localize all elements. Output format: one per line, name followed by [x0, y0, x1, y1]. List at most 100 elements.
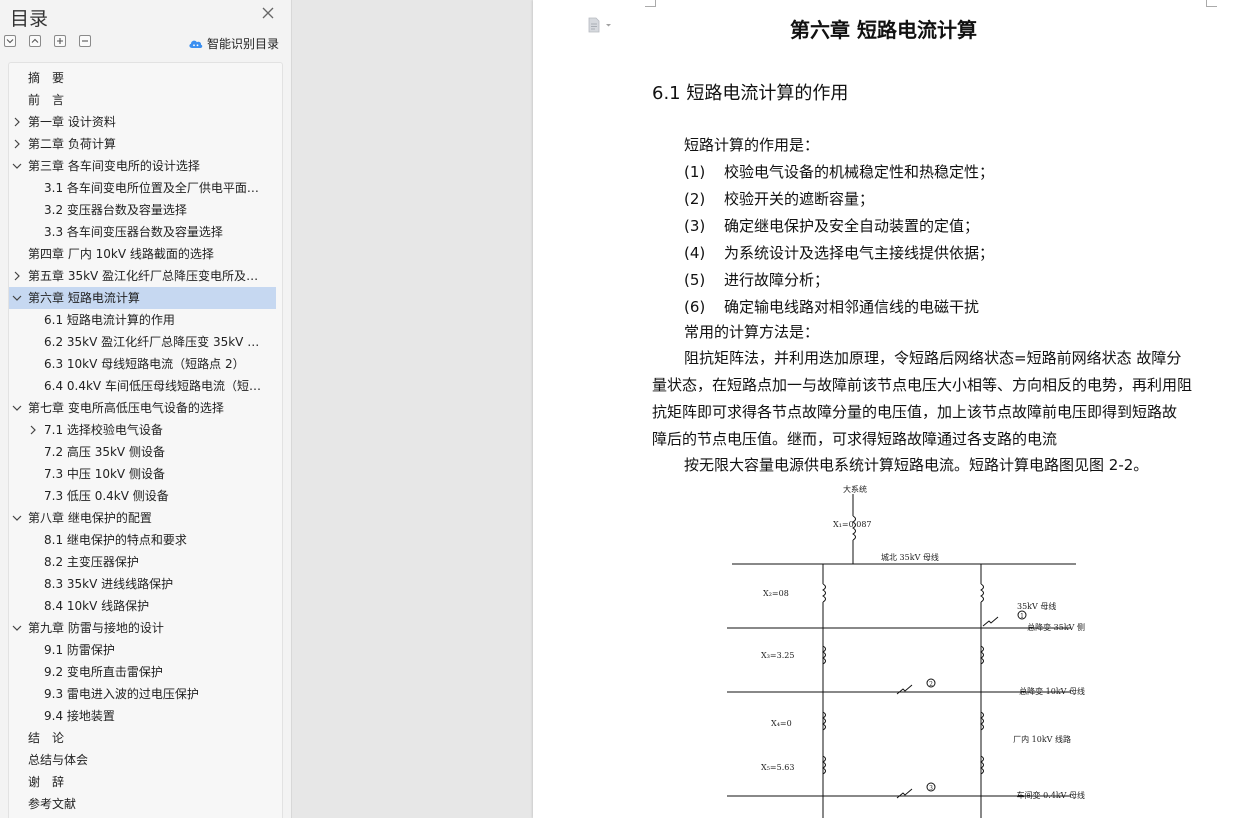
- toc-item[interactable]: 9.2 变电所直击雷保护: [9, 661, 276, 683]
- list-item: (1) 校验电气设备的机械稳定性和热稳定性；: [684, 161, 994, 182]
- toc-item-label: 第五章 35kV 盈江化纤厂总降压变电所及接线方式: [28, 269, 270, 283]
- chevron-right-icon[interactable]: [28, 425, 38, 435]
- toc-item-label: 第九章 防雷与接地的设计: [28, 621, 164, 635]
- document-page: 第六章 短路电流计算 6.1 短路电流计算的作用 短路计算的作用是： (1) 校验…: [533, 0, 1234, 818]
- smart-toc-label: 智能识别目录: [207, 36, 280, 51]
- list-text: 进行故障分析；: [724, 271, 830, 289]
- remove-heading-icon[interactable]: [79, 35, 91, 47]
- fault-point-3: 3: [929, 785, 933, 792]
- toc-item[interactable]: 3.1 各车间变电所位置及全厂供电平面草图: [9, 177, 276, 199]
- toc-item[interactable]: 9.4 接地装置: [9, 705, 276, 727]
- toc-item[interactable]: 3.3 各车间变压器台数及容量选择: [9, 221, 276, 243]
- toc-item-label: 第八章 继电保护的配置: [28, 511, 152, 525]
- chevron-down-icon[interactable]: [12, 293, 22, 303]
- list-number: (6): [684, 298, 706, 316]
- reactance-x4: X₄=0: [771, 719, 792, 728]
- toc-item-label: 8.2 主变压器保护: [44, 555, 139, 569]
- reactance-x5: X₅=5.63: [761, 763, 794, 772]
- reactance-x3: X₃=3.25: [761, 651, 794, 660]
- toc-item[interactable]: 第六章 短路电流计算: [9, 287, 276, 309]
- add-heading-icon[interactable]: [54, 35, 66, 47]
- toc-item[interactable]: 8.2 主变压器保护: [9, 551, 276, 573]
- toc-item-label: 谢 辞: [28, 775, 65, 789]
- toc-item[interactable]: 7.3 低压 0.4kV 侧设备: [9, 485, 276, 507]
- paragraph-line: 量状态，在短路点加一与故障前该节点电压大小相等、方向相反的电势，再利用阻: [652, 376, 1193, 394]
- toc-item[interactable]: 9.1 防雷保护: [9, 639, 276, 661]
- chevron-right-icon[interactable]: [12, 117, 22, 127]
- toc-item[interactable]: 第八章 继电保护的配置: [9, 507, 276, 529]
- close-icon[interactable]: [261, 6, 275, 20]
- toc-item-label: 8.4 10kV 线路保护: [44, 599, 150, 613]
- toc-item[interactable]: 7.2 高压 35kV 侧设备: [9, 441, 276, 463]
- toc-title: 目录: [10, 8, 49, 30]
- toc-item[interactable]: 6.4 0.4kV 车间低压母线短路电流（短路点 3）: [9, 375, 276, 397]
- toc-item[interactable]: 第一章 设计资料: [9, 111, 276, 133]
- toc-item[interactable]: 第五章 35kV 盈江化纤厂总降压变电所及接线方式: [9, 265, 276, 287]
- expand-all-icon[interactable]: [4, 35, 16, 47]
- toc-sidebar: 目录 智能识别目录 摘 要前 言第一章 设计资料第二章 负荷计算第三章 各车间变…: [0, 0, 292, 818]
- toc-item-label: 9.4 接地装置: [44, 709, 115, 723]
- toc-item[interactable]: 第七章 变电所高低压电气设备的选择: [9, 397, 276, 419]
- chevron-right-icon[interactable]: [12, 139, 22, 149]
- list-item: (2) 校验开关的遮断容量；: [684, 188, 874, 209]
- toc-item-label: 8.3 35kV 进线线路保护: [44, 577, 174, 591]
- toc-item-label: 摘 要: [28, 71, 65, 85]
- toc-item[interactable]: 3.2 变压器台数及容量选择: [9, 199, 276, 221]
- fault-point-1: 1: [1020, 613, 1024, 620]
- reactance-x1: X₁=0.087: [833, 520, 872, 529]
- toc-item[interactable]: 8.3 35kV 进线线路保护: [9, 573, 276, 595]
- toc-item-label: 第四章 厂内 10kV 线路截面的选择: [28, 247, 214, 261]
- toc-item[interactable]: 前 言: [9, 89, 276, 111]
- collapse-all-icon[interactable]: [29, 35, 41, 47]
- toc-item-label: 第六章 短路电流计算: [28, 291, 140, 305]
- list-item: (6) 确定输电线路对相邻通信线的电磁干扰: [684, 296, 979, 317]
- smart-toc-button[interactable]: 智能识别目录: [188, 35, 279, 51]
- chapter-title: 第六章 短路电流计算: [790, 18, 977, 42]
- page-corner-marker: [645, 0, 656, 7]
- sub-10kv-label: 总降变 10kV 母线: [1019, 686, 1085, 696]
- toc-item[interactable]: 8.4 10kV 线路保护: [9, 595, 276, 617]
- toc-item-label: 6.3 10kV 母线短路电流（短路点 2）: [44, 357, 245, 371]
- chevron-down-icon[interactable]: [12, 513, 22, 523]
- paragraph-line: 抗矩阵即可求得各节点故障分量的电压值，加上该节点故障前电压即得到短路故: [652, 403, 1178, 421]
- toc-item-label: 7.1 选择校验电气设备: [44, 423, 163, 437]
- chevron-right-icon[interactable]: [12, 271, 22, 281]
- toc-item-label: 6.1 短路电流计算的作用: [44, 313, 175, 327]
- factory-10kv-label: 厂内 10kV 线路: [1013, 734, 1071, 744]
- bus-35kv-north-label: 城北 35kV 母线: [881, 552, 939, 562]
- list-item: (4) 为系统设计及选择电气主接线提供依据；: [684, 242, 994, 263]
- toc-item[interactable]: 第三章 各车间变电所的设计选择: [9, 155, 276, 177]
- toc-item[interactable]: 9.3 雷电进入波的过电压保护: [9, 683, 276, 705]
- short-circuit-diagram: 大系统 X₁=0.087 城北 35kV 母线 X₂=08 35kV 母线 总降…: [727, 484, 1085, 818]
- toc-item-label: 3.1 各车间变电所位置及全厂供电平面草图: [44, 181, 270, 195]
- toc-item[interactable]: 8.1 继电保护的特点和要求: [9, 529, 276, 551]
- chevron-down-icon[interactable]: [12, 161, 22, 171]
- toc-item[interactable]: 参考文献: [9, 793, 276, 815]
- sub-35kv-label: 总降变 35kV 侧: [1027, 622, 1085, 632]
- toc-item[interactable]: 6.2 35kV 盈江化纤厂总降压变 35kV 母线短路电流: [9, 331, 276, 353]
- chevron-down-icon[interactable]: [12, 623, 22, 633]
- toc-item-label: 第三章 各车间变电所的设计选择: [28, 159, 200, 173]
- list-number: (1): [684, 163, 706, 181]
- paragraph-line: 障后的节点电压值。继而，可求得短路故障通过各支路的电流: [652, 430, 1058, 448]
- reactance-x2: X₂=08: [763, 589, 789, 598]
- toc-item-label: 6.4 0.4kV 车间低压母线短路电流（短路点 3）: [44, 379, 270, 393]
- toc-tree: 摘 要前 言第一章 设计资料第二章 负荷计算第三章 各车间变电所的设计选择 3.1…: [8, 62, 283, 818]
- toc-item[interactable]: 结 论: [9, 727, 276, 749]
- toc-item[interactable]: 第二章 负荷计算: [9, 133, 276, 155]
- list-text: 确定输电线路对相邻通信线的电磁干扰: [724, 298, 980, 316]
- toc-item[interactable]: 6.3 10kV 母线短路电流（短路点 2）: [9, 353, 276, 375]
- chevron-down-icon[interactable]: [12, 403, 22, 413]
- toc-item[interactable]: 摘 要: [9, 67, 276, 89]
- toc-item-label: 总结与体会: [28, 753, 89, 767]
- toc-item[interactable]: 7.1 选择校验电气设备: [9, 419, 276, 441]
- toc-item[interactable]: 7.3 中压 10kV 侧设备: [9, 463, 276, 485]
- toc-item[interactable]: 6.1 短路电流计算的作用: [9, 309, 276, 331]
- toc-item[interactable]: 第四章 厂内 10kV 线路截面的选择: [9, 243, 276, 265]
- toc-item[interactable]: 总结与体会: [9, 749, 276, 771]
- toc-item-label: 第七章 变电所高低压电气设备的选择: [28, 401, 224, 415]
- toc-item[interactable]: 第九章 防雷与接地的设计: [9, 617, 276, 639]
- toc-item[interactable]: 谢 辞: [9, 771, 276, 793]
- list-text: 为系统设计及选择电气主接线提供依据；: [724, 244, 995, 262]
- toc-item-label: 第一章 设计资料: [28, 115, 116, 129]
